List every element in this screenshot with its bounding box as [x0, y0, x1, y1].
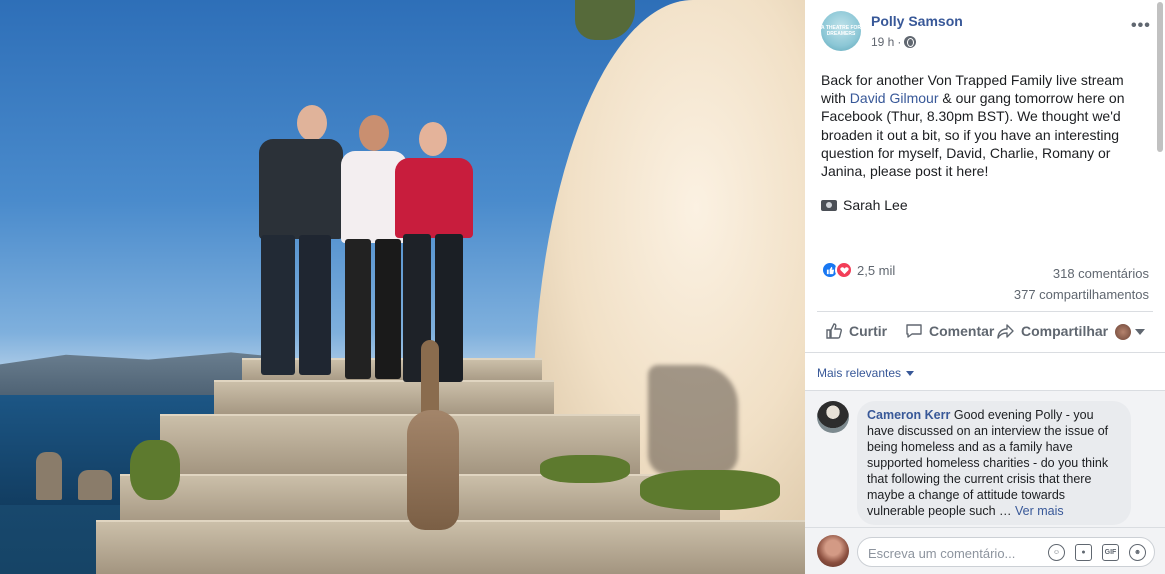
- comments-count[interactable]: 318 comentários: [1014, 263, 1149, 284]
- page-name-link[interactable]: Polly Samson: [871, 13, 963, 29]
- tagged-person-link[interactable]: David Gilmour: [850, 90, 939, 106]
- share-label: Compartilhar: [1021, 323, 1109, 339]
- sticker-icon[interactable]: ☻: [1129, 544, 1146, 561]
- grass: [640, 470, 780, 510]
- composer-tools: ☺ ● GIF ☻: [1048, 544, 1146, 561]
- post-side-panel: A THEATRE FOR DREAMERS Polly Samson 19 h…: [805, 0, 1165, 574]
- commenter-name[interactable]: Cameron Kerr: [867, 408, 950, 422]
- bush: [575, 0, 635, 40]
- comment-composer: ☺ ● GIF ☻: [805, 527, 1165, 574]
- comment-bubble: Cameron Kerr Good evening Polly - you ha…: [857, 401, 1131, 525]
- action-bar: Curtir Comentar Compartilhar: [817, 311, 1153, 355]
- comment-text: Good evening Polly - you have discussed …: [867, 408, 1109, 518]
- share-button[interactable]: Compartilhar: [997, 322, 1108, 340]
- post-time[interactable]: 19 h: [871, 35, 894, 49]
- reactions-count: 2,5 mil: [857, 262, 896, 278]
- camera-icon[interactable]: ●: [1075, 544, 1092, 561]
- post-header: A THEATRE FOR DREAMERS Polly Samson 19 h…: [821, 11, 1151, 53]
- avatar-text: A THEATRE FOR DREAMERS: [821, 25, 861, 37]
- meta-separator: ·: [897, 35, 902, 49]
- globe-icon: [904, 36, 917, 48]
- comments-section: Mais relevantes Cameron Kerr Good evenin…: [805, 352, 1165, 574]
- commenter-avatar[interactable]: [817, 401, 849, 433]
- post-photo[interactable]: [0, 0, 805, 574]
- rock-formation: [36, 452, 62, 500]
- speech-bubble-icon: [906, 324, 922, 338]
- cat: [403, 340, 463, 530]
- page-avatar[interactable]: A THEATRE FOR DREAMERS: [821, 11, 861, 51]
- share-arrow-icon: [997, 324, 1014, 339]
- rock-formation: [78, 470, 112, 500]
- post-text: Back for another Von Trapped Family live…: [821, 71, 1143, 180]
- grass: [540, 455, 630, 483]
- photo-credit-name: Sarah Lee: [843, 197, 908, 213]
- more-options-icon[interactable]: •••: [1131, 17, 1151, 35]
- photo-credit: Sarah Lee: [821, 197, 908, 213]
- post-meta: 19 h ·: [871, 35, 917, 49]
- thumbs-up-icon: [826, 323, 842, 339]
- avatar: [1115, 324, 1131, 340]
- shares-count[interactable]: 377 compartilhamentos: [1014, 284, 1149, 305]
- like-label: Curtir: [849, 323, 888, 339]
- gif-icon[interactable]: GIF: [1102, 544, 1119, 561]
- post-stats: 318 comentários 377 compartilhamentos: [1014, 263, 1149, 305]
- cat-shadow: [648, 365, 738, 475]
- sort-label: Mais relevantes: [817, 366, 902, 380]
- emoji-icon[interactable]: ☺: [1048, 544, 1065, 561]
- camera-icon: [821, 199, 837, 211]
- comment-sort-bar: Mais relevantes: [805, 353, 1165, 391]
- like-button[interactable]: Curtir: [825, 322, 887, 340]
- chevron-down-icon: [906, 370, 915, 376]
- reaction-identity-selector[interactable]: [1115, 324, 1145, 340]
- scrollbar[interactable]: [1157, 2, 1163, 152]
- grass: [130, 440, 180, 500]
- comment-input-box[interactable]: ☺ ● GIF ☻: [857, 537, 1155, 567]
- love-reaction-icon: [835, 261, 853, 279]
- avatar: [817, 535, 849, 567]
- chevron-down-icon: [1135, 329, 1145, 335]
- reactions-summary[interactable]: 2,5 mil: [821, 261, 895, 279]
- comment-button[interactable]: Comentar: [905, 322, 994, 340]
- comment-input[interactable]: [868, 543, 1038, 563]
- comment-sort-dropdown[interactable]: Mais relevantes: [817, 366, 915, 380]
- see-more-link[interactable]: Ver mais: [1015, 504, 1064, 518]
- stone-step: [214, 380, 554, 416]
- person-man: [255, 105, 345, 380]
- comment-label: Comentar: [929, 323, 995, 339]
